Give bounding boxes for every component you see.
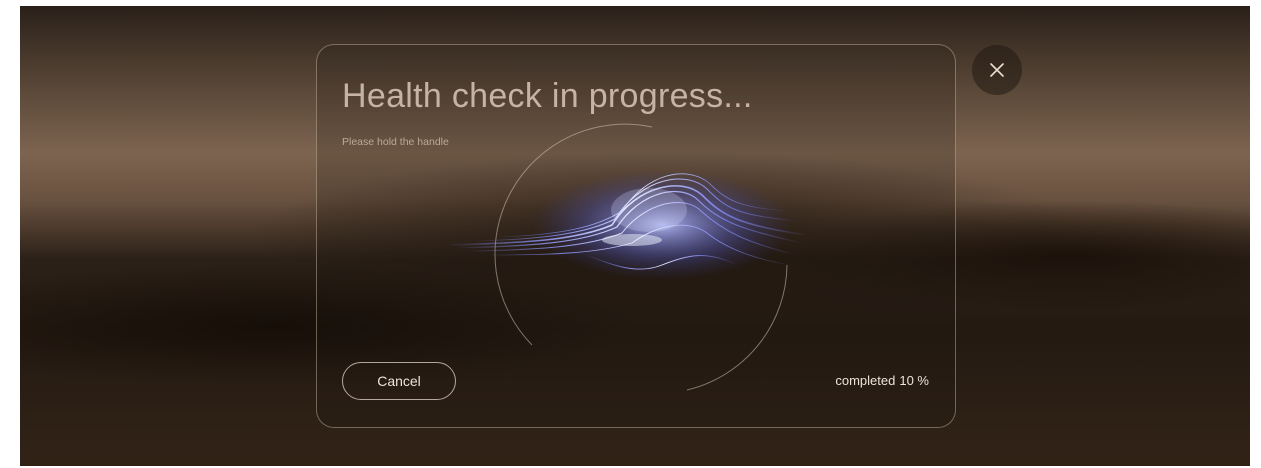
close-icon (990, 63, 1004, 77)
background-scene: Health check in progress... Please hold … (20, 6, 1250, 466)
cancel-button[interactable]: Cancel (342, 362, 456, 400)
dialog-subtitle: Please hold the handle (342, 136, 449, 148)
progress-label: completed (835, 373, 896, 388)
waveform-visualization (446, 123, 808, 391)
close-button[interactable] (972, 45, 1022, 95)
health-check-dialog: Health check in progress... Please hold … (316, 44, 956, 428)
progress-status: completed 10 % (835, 373, 929, 388)
dialog-title: Health check in progress... (342, 77, 753, 115)
progress-value: 10 % (899, 373, 929, 388)
progress-arc-right (686, 264, 788, 391)
